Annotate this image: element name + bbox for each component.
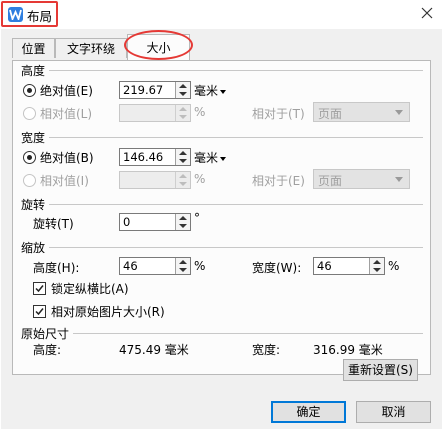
height-absolute-unit[interactable]: 毫米 xyxy=(194,82,227,99)
scale-width-label: 宽度(W): xyxy=(252,261,302,275)
spin-arrows[interactable] xyxy=(175,258,190,274)
spin-arrows[interactable] xyxy=(175,214,190,230)
close-icon[interactable] xyxy=(418,4,436,22)
height-relative-input[interactable] xyxy=(119,104,191,122)
lock-ratio-checkbox[interactable] xyxy=(33,282,46,295)
original-width-label: 宽度: xyxy=(252,343,281,357)
reset-button[interactable]: 重新设置(S) xyxy=(343,359,418,381)
height-absolute-input[interactable]: 219.67 xyxy=(119,81,191,99)
height-absolute-radio[interactable] xyxy=(23,84,36,97)
width-absolute-radio[interactable] xyxy=(23,151,36,164)
divider xyxy=(49,137,423,138)
width-relative-radio[interactable] xyxy=(23,174,36,187)
scale-height-unit: % xyxy=(194,259,206,273)
divider xyxy=(49,247,423,248)
height-relative-label: 相对值(L) xyxy=(40,107,93,121)
tab-text-wrap[interactable]: 文字环绕 xyxy=(55,38,127,58)
size-panel: 高度 绝对值(E) 219.67 毫米 相对值(L) % 相对于(T) 页面 宽… xyxy=(12,60,431,381)
scale-width-input[interactable]: 46 xyxy=(313,257,385,275)
width-relative-input[interactable] xyxy=(119,171,191,189)
height-relative-to-select[interactable]: 页面 xyxy=(313,102,410,122)
scale-width-unit: % xyxy=(388,259,400,273)
width-relative-unit: % xyxy=(194,172,206,186)
divider xyxy=(49,70,423,71)
chevron-down-icon xyxy=(220,89,227,94)
original-section-title: 原始尺寸 xyxy=(21,327,70,341)
checkmark-icon xyxy=(35,308,44,316)
original-height-value: 475.49 毫米 xyxy=(119,343,189,357)
scale-height-input[interactable]: 46 xyxy=(119,257,191,275)
width-relative-to-select[interactable]: 页面 xyxy=(313,169,410,189)
spin-arrows[interactable] xyxy=(175,82,190,98)
chevron-down-icon xyxy=(395,177,403,182)
original-width-value: 316.99 毫米 xyxy=(313,343,383,357)
rotate-input[interactable]: 0 xyxy=(119,213,191,231)
height-section-title: 高度 xyxy=(21,64,46,78)
spin-arrows[interactable] xyxy=(369,258,384,274)
relative-original-checkbox[interactable] xyxy=(33,305,46,318)
title-highlight: 布局 xyxy=(1,1,58,27)
scale-height-label: 高度(H): xyxy=(33,261,80,275)
rotate-label: 旋转(T) xyxy=(33,217,74,231)
divider xyxy=(73,333,423,334)
width-relative-to-label: 相对于(E) xyxy=(252,174,305,188)
scale-section-title: 缩放 xyxy=(21,241,46,255)
lock-ratio-label[interactable]: 锁定纵横比(A) xyxy=(51,280,129,297)
chevron-down-icon xyxy=(220,156,227,161)
original-height-label: 高度: xyxy=(33,343,62,357)
checkmark-icon xyxy=(35,285,44,293)
rotate-unit: ° xyxy=(194,211,200,225)
title-bar: 布局 xyxy=(0,0,443,29)
width-absolute-input[interactable]: 146.46 xyxy=(119,148,191,166)
tab-position[interactable]: 位置 xyxy=(12,38,55,58)
wps-app-icon xyxy=(8,7,23,22)
tab-highlight-circle xyxy=(124,30,193,60)
width-absolute-unit[interactable]: 毫米 xyxy=(194,149,227,166)
height-relative-to-label: 相对于(T) xyxy=(252,107,305,121)
height-absolute-label: 绝对值(E) xyxy=(40,84,93,98)
height-relative-unit: % xyxy=(194,105,206,119)
cancel-button[interactable]: 取消 xyxy=(356,401,431,423)
relative-original-label[interactable]: 相对原始图片大小(R) xyxy=(51,303,165,320)
rotate-section-title: 旋转 xyxy=(21,198,46,212)
dialog-body: 位置 文字环绕 大小 高度 绝对值(E) 219.67 毫米 相对值(L) % … xyxy=(1,29,442,429)
divider xyxy=(49,204,423,205)
width-section-title: 宽度 xyxy=(21,131,46,145)
width-absolute-label: 绝对值(B) xyxy=(40,151,94,165)
ok-button[interactable]: 确定 xyxy=(271,401,346,423)
chevron-down-icon xyxy=(395,110,403,115)
window-title: 布局 xyxy=(27,9,53,24)
width-relative-label: 相对值(I) xyxy=(40,174,89,188)
spin-arrows[interactable] xyxy=(175,149,190,165)
height-relative-radio[interactable] xyxy=(23,107,36,120)
